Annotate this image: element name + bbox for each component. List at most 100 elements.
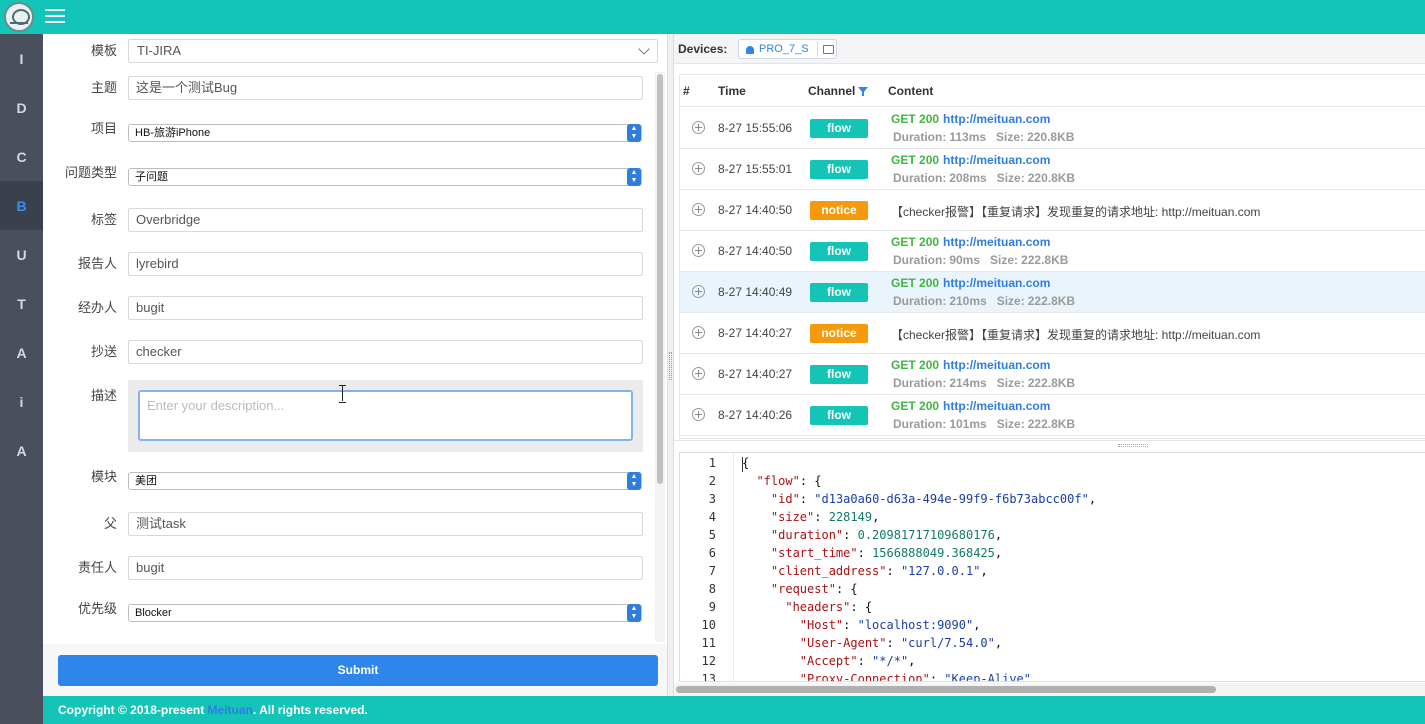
request-meta: Duration: 90ms Size: 222.8KB [893, 253, 1068, 267]
subject-label: 主题 [90, 80, 117, 95]
request-url[interactable]: http://meituan.com [943, 153, 1050, 167]
sidebar-item-inspector[interactable]: I [0, 34, 43, 83]
request-method: GET [891, 399, 916, 413]
expand-plus-icon[interactable] [692, 285, 705, 298]
request-url[interactable]: http://meituan.com [943, 358, 1050, 372]
notice-message: 【checker报警】【重复请求】发现重复的请求地址: http://meitu… [891, 205, 1261, 219]
sidebar-item-checker[interactable]: C [0, 132, 43, 181]
filter-icon[interactable] [858, 87, 868, 96]
sidebar-item-t[interactable]: T [0, 279, 43, 328]
module-value: 美团 [135, 475, 157, 487]
template-select[interactable]: TI-JIRA [128, 39, 658, 63]
request-line: GET 200 http://meituan.com [891, 276, 1050, 290]
request-method: GET [891, 112, 916, 126]
table-row[interactable]: 8-27 14:40:50 notice 【checker报警】【重复请求】发现重复… [680, 190, 1425, 231]
row-time: 8-27 15:55:06 [718, 121, 793, 135]
duration-label: Duration: [893, 130, 947, 144]
screenshot-icon[interactable] [817, 41, 837, 57]
table-row[interactable]: 8-27 14:40:27 flow GET 200 http://meituan.c… [680, 354, 1425, 395]
expand-plus-icon[interactable] [692, 162, 705, 175]
code-text: "id": "d13a0a60-d63a-494e-99f9-f6b73abcc… [770, 492, 1097, 506]
table-row[interactable]: 8-27 14:40:27 notice 【checker报警】【重复请求】发现重复… [680, 313, 1425, 354]
duration-label: Duration: [893, 294, 947, 308]
duration-value: 208ms [949, 171, 987, 185]
size-label: Size: [996, 376, 1025, 390]
code-text: "start_time": 1566888049.368425, [770, 546, 1003, 560]
request-url[interactable]: http://meituan.com [943, 235, 1050, 249]
request-meta: Duration: 208ms Size: 220.8KB [893, 171, 1075, 185]
expand-plus-icon[interactable] [692, 121, 705, 134]
issue-type-select[interactable]: 子问题 ▲ ▼ [128, 168, 642, 186]
vertical-splitter[interactable] [667, 34, 674, 696]
table-row[interactable]: 8-27 14:40:26 flow GET 200 http://meituan.c… [680, 395, 1425, 436]
code-line: 13 "Proxy-Connection": "Keep-Alive" [680, 670, 1425, 682]
table-row[interactable]: 8-27 14:40:49 flow GET 200 http://meituan.c… [680, 272, 1425, 313]
submit-button[interactable]: Submit [58, 655, 658, 686]
code-line: 6 "start_time": 1566888049.368425, [680, 544, 1425, 562]
sidebar-item-u[interactable]: U [0, 230, 43, 279]
parent-input[interactable]: 测试task [128, 512, 643, 536]
sidebar-item-datamanager[interactable]: D [0, 83, 43, 132]
description-textarea[interactable]: Enter your description... [138, 390, 633, 441]
sidebar-item-a[interactable]: A [0, 328, 43, 377]
flow-table: # Time Channel Content 8-27 15:55:06 flow… [679, 74, 1425, 439]
reporter-input[interactable]: lyrebird [128, 252, 643, 276]
code-line: 12 "Accept": "*/*", [680, 652, 1425, 670]
horizontal-splitter[interactable] [674, 440, 1425, 451]
left-sidebar: I D C B U T A i A [0, 34, 43, 724]
hamburger-menu-icon[interactable] [45, 9, 65, 25]
footer-brand-link[interactable]: Meituan [208, 703, 253, 717]
select-stepper-icon: ▲ ▼ [627, 604, 641, 622]
code-text: "client_address": "127.0.0.1", [770, 564, 988, 578]
sidebar-item-a2[interactable]: A [0, 426, 43, 475]
sidebar-item-bugit[interactable]: B [0, 181, 43, 230]
code-text: "Accept": "*/*", [799, 654, 916, 668]
col-channel-header: Channel [808, 84, 856, 98]
cc-input[interactable]: checker [128, 340, 643, 364]
app-logo[interactable] [4, 2, 34, 32]
subject-input[interactable]: 这是一个测试Bug [128, 76, 643, 100]
size-label: Size: [996, 294, 1025, 308]
row-time: 8-27 14:40:27 [718, 367, 793, 381]
footer: Copyright © 2018-present Meituan. All ri… [43, 696, 1425, 724]
tags-input[interactable]: Overbridge [128, 208, 643, 232]
size-label: Size: [996, 417, 1025, 431]
size-value: 220.8KB [1027, 130, 1075, 144]
project-select[interactable]: HB-旅游iPhone ▲ ▼ [128, 124, 642, 142]
expand-plus-icon[interactable] [692, 244, 705, 257]
description-editor: Enter your description... [128, 380, 643, 452]
expand-plus-icon[interactable] [692, 367, 705, 380]
request-url[interactable]: http://meituan.com [943, 399, 1050, 413]
chevron-down-icon [638, 43, 650, 55]
table-row[interactable]: 8-27 15:55:01 flow GET 200 http://meituan.c… [680, 149, 1425, 190]
reporter-label: 报告人 [77, 256, 117, 271]
expand-plus-icon[interactable] [692, 203, 705, 216]
request-url[interactable]: http://meituan.com [943, 112, 1050, 126]
handler-input[interactable]: bugit [128, 296, 643, 320]
scrollbar-thumb[interactable] [676, 686, 1216, 693]
table-row[interactable]: 8-27 15:55:06 flow GET 200 http://meituan.c… [680, 108, 1425, 149]
module-select[interactable]: 美团 ▲ ▼ [128, 472, 642, 490]
code-line: 4 "size": 228149, [680, 508, 1425, 526]
form-scrollbar[interactable] [655, 72, 665, 642]
request-url[interactable]: http://meituan.com [943, 276, 1050, 290]
json-detail-viewer[interactable]: 1{2 "flow": {3 "id": "d13a0a60-d63a-494e… [679, 452, 1425, 682]
footer-copyright: Copyright © 2018-present [58, 703, 208, 717]
text-cursor-icon [339, 385, 347, 403]
sidebar-item-i[interactable]: i [0, 377, 43, 426]
scrollbar-thumb[interactable] [657, 74, 663, 484]
code-horizontal-scrollbar[interactable] [674, 683, 1425, 696]
code-text: "Proxy-Connection": "Keep-Alive" [799, 672, 1031, 682]
priority-select[interactable]: Blocker ▲ ▼ [128, 604, 642, 622]
expand-plus-icon[interactable] [692, 408, 705, 421]
code-line: 11 "User-Agent": "curl/7.54.0", [680, 634, 1425, 652]
devices-label: Devices: [678, 42, 728, 56]
expand-plus-icon[interactable] [692, 326, 705, 339]
code-text: "size": 228149, [770, 510, 880, 524]
owner-input[interactable]: bugit [128, 556, 643, 580]
splitter-grip-icon [669, 352, 672, 380]
size-value: 222.8KB [1027, 376, 1076, 390]
code-text: "flow": { [756, 474, 822, 488]
table-row[interactable]: 8-27 14:40:50 flow GET 200 http://meituan.c… [680, 231, 1425, 272]
device-tag[interactable]: PRO_7_S [738, 39, 837, 59]
